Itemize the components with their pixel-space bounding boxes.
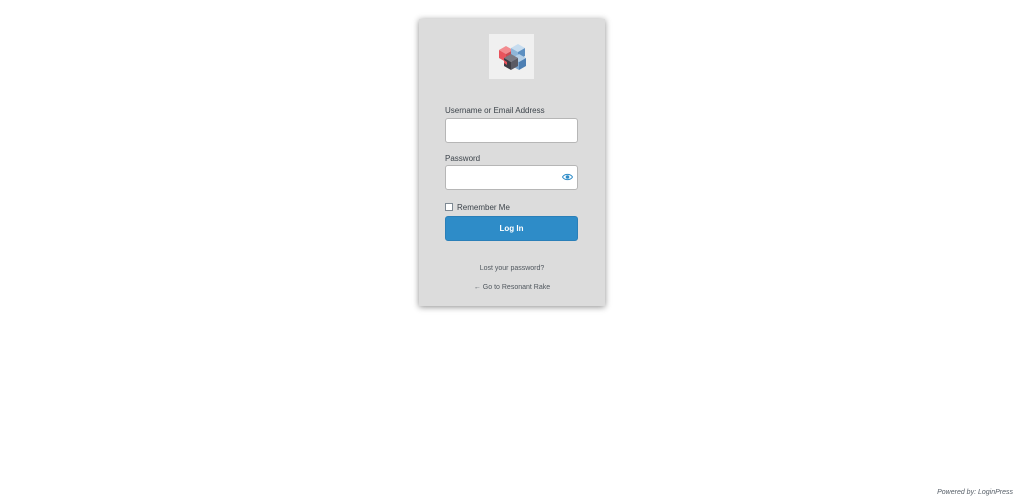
- lost-password-link[interactable]: Lost your password?: [419, 265, 605, 272]
- cube-logo-icon: [498, 43, 526, 70]
- back-to-site-link[interactable]: ← Go to Resonant Rake: [419, 284, 605, 291]
- remember-me-checkbox[interactable]: [445, 203, 453, 211]
- site-logo[interactable]: [489, 34, 534, 79]
- login-page: Username or Email Address Password Remem…: [0, 0, 1024, 503]
- eye-icon: [561, 173, 573, 181]
- username-input[interactable]: [445, 118, 578, 143]
- password-input[interactable]: [445, 165, 578, 190]
- remember-me-label[interactable]: Remember Me: [457, 203, 510, 212]
- password-label: Password: [445, 154, 481, 163]
- username-label: Username or Email Address: [445, 106, 545, 115]
- login-button[interactable]: Log In: [445, 216, 578, 241]
- powered-by-text[interactable]: Powered by: LoginPress: [937, 489, 1013, 496]
- login-card: Username or Email Address Password Remem…: [419, 19, 605, 306]
- show-password-button[interactable]: [560, 171, 574, 183]
- remember-me-row[interactable]: Remember Me: [445, 202, 510, 212]
